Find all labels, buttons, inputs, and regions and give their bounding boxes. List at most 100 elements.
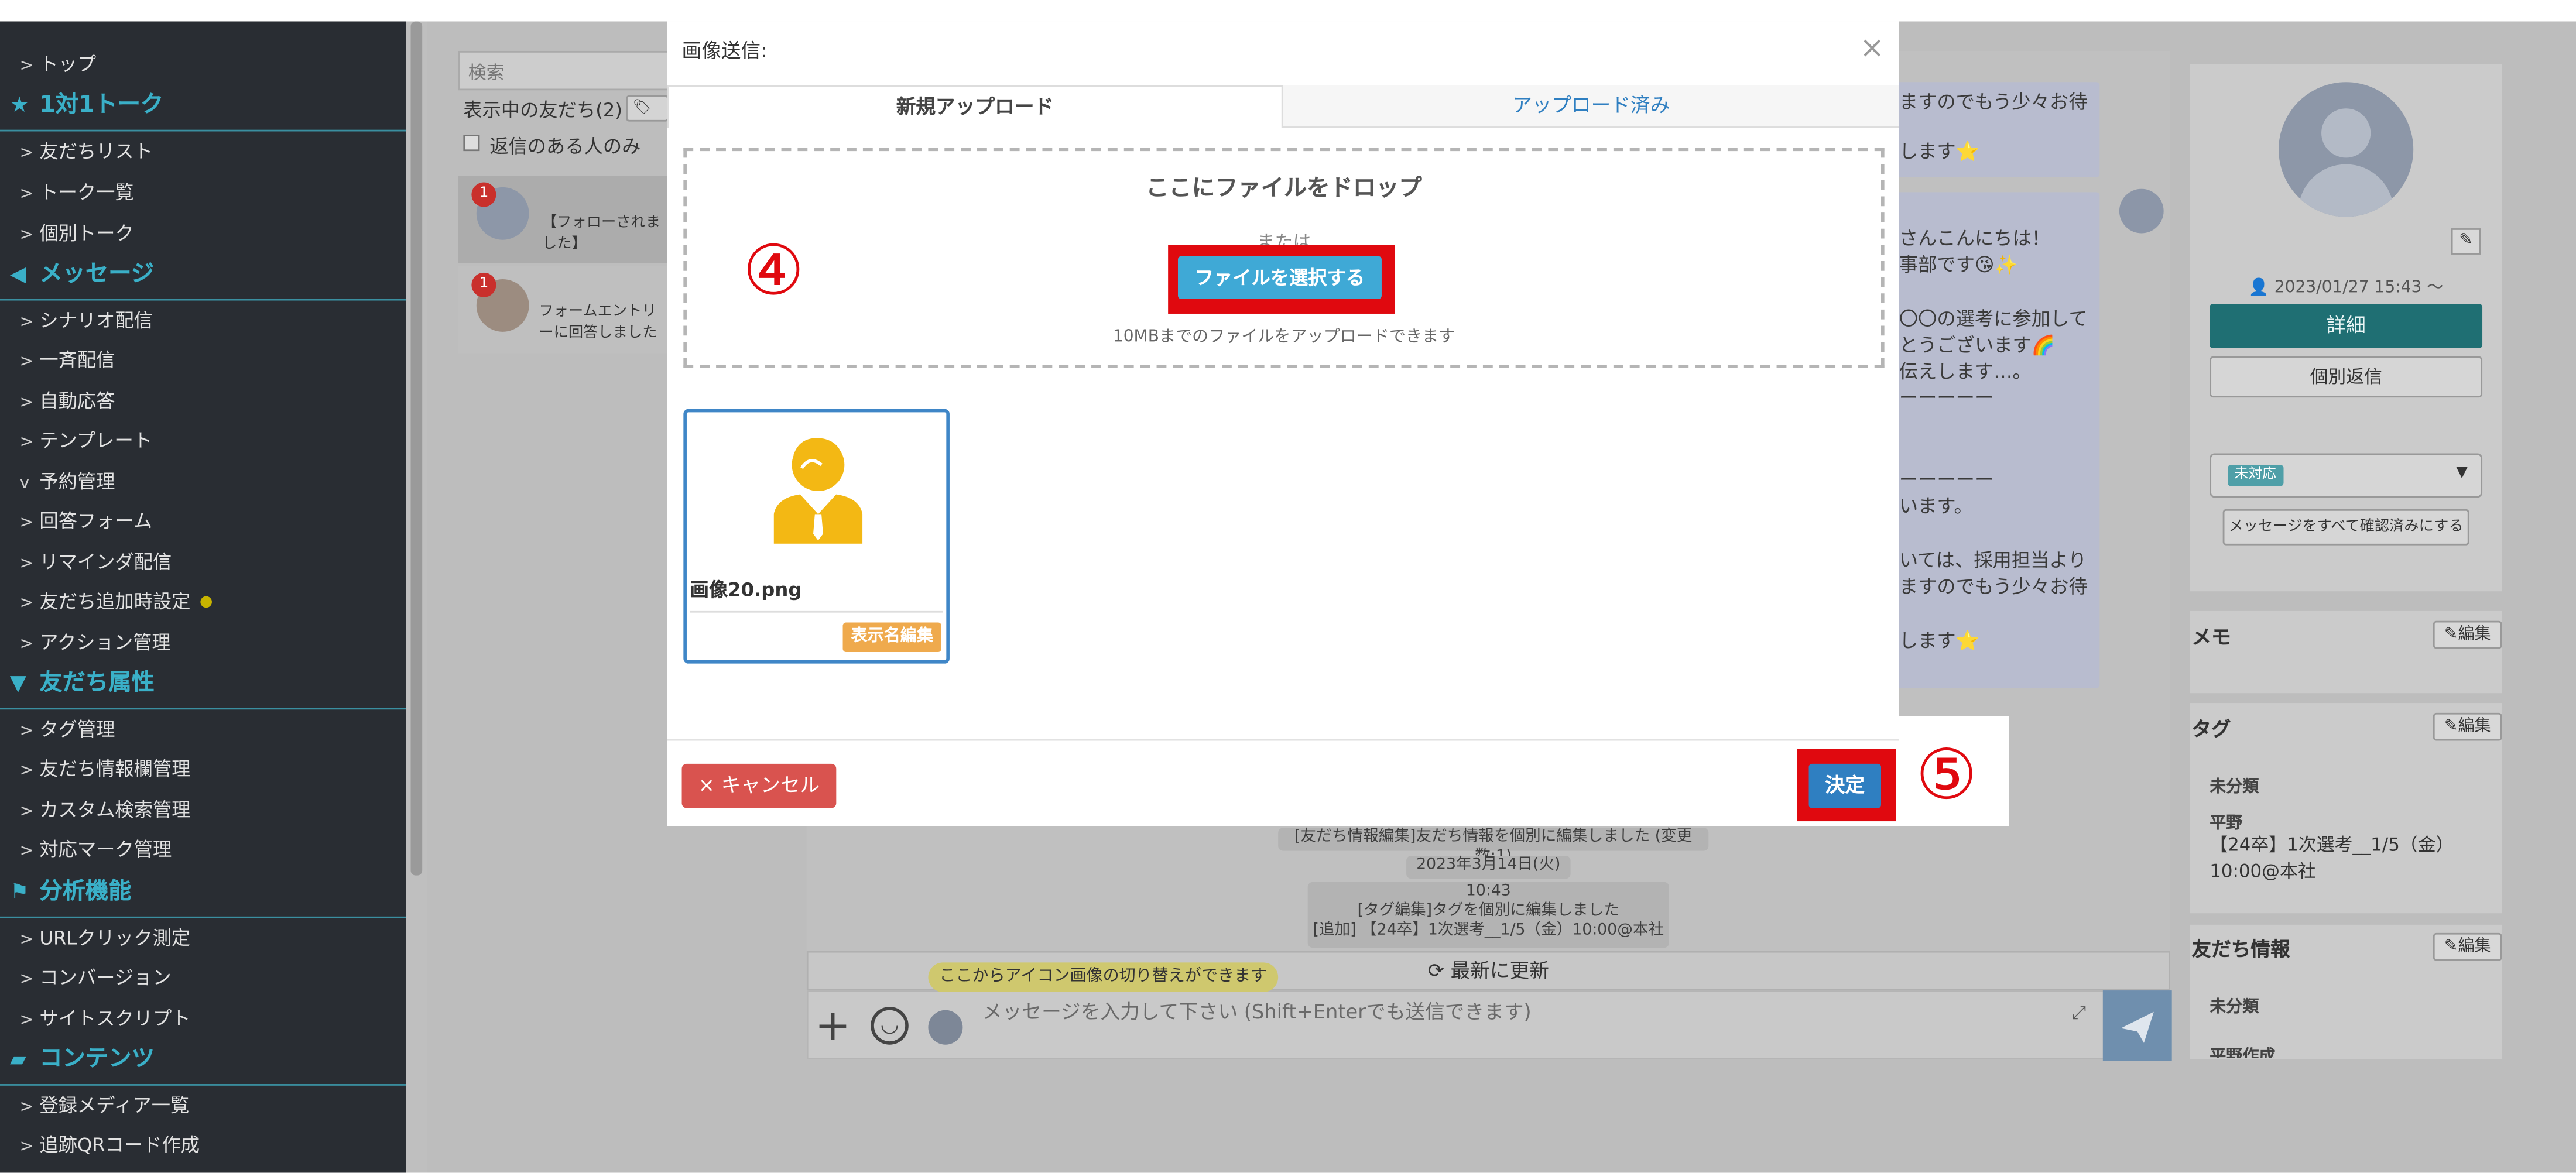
memo-edit-button[interactable]: ✎編集 — [2433, 620, 2502, 649]
sidebar-item-label: URLクリック測定 — [39, 926, 191, 949]
tag-filter-button[interactable]: 🏷 — [626, 95, 669, 122]
edit-icon: ✎ — [2444, 626, 2458, 644]
sidebar-item-friend-add-setting[interactable]: > 友だち追加時設定 — [20, 586, 212, 616]
tag-owner: 平野 — [2210, 814, 2243, 833]
divider — [0, 1084, 406, 1086]
detail-button[interactable]: 詳細 — [2210, 304, 2483, 348]
status-select[interactable]: 未対応 ▼ — [2210, 453, 2483, 498]
tag-added-text: [追加] 【24卒】1次選考__1/5（金）10:00@本社 — [1313, 921, 1664, 940]
chevron-right-icon: > — [19, 1138, 34, 1157]
emoji-icon[interactable]: ◡ — [871, 1007, 909, 1045]
refresh-label: 最新に更新 — [1450, 959, 1549, 983]
tab-new-upload[interactable]: 新規アップロード — [667, 85, 1283, 128]
registered-text: 2023/01/27 15:43 〜 — [2274, 279, 2444, 297]
folder-icon: ▰ — [9, 1048, 26, 1073]
section-label: コンテンツ — [39, 1046, 155, 1073]
search-placeholder: 検索 — [468, 62, 505, 84]
sidebar-item-label: トップ — [39, 52, 97, 76]
sidebar-item-label: サイトスクリプト — [39, 1007, 191, 1030]
sidebar-item-label: 友だちリスト — [39, 139, 153, 163]
sidebar-item-answer-form[interactable]: > 回答フォーム — [20, 506, 152, 536]
divider — [0, 129, 406, 132]
icon-switch-tooltip: ここからアイコン画像の切り替えができます — [928, 962, 1279, 992]
sidebar-item-conversion[interactable]: > コンバージョン — [20, 962, 172, 992]
sidebar-section-contents: ▰ コンテンツ — [10, 1043, 155, 1076]
chevron-right-icon: > — [19, 762, 34, 780]
sidebar-item-top[interactable]: > トップ — [20, 49, 96, 79]
sidebar-item-label: テンプレート — [39, 428, 153, 452]
sidebar-item-label: 対応マーク管理 — [39, 838, 172, 861]
plus-icon[interactable]: + — [815, 1002, 851, 1051]
sidebar-item-individual-talk[interactable]: > 個別トーク — [20, 218, 134, 248]
message-time: 10:43 — [1465, 882, 1511, 900]
tag-label: タグ — [2191, 718, 2231, 741]
sidebar-item-scenario[interactable]: > シナリオ配信 — [20, 306, 153, 335]
close-icon[interactable]: × — [1860, 31, 1885, 66]
confirm-button[interactable]: 決定 — [1808, 763, 1882, 808]
person-icon — [773, 438, 863, 544]
sidebar-item-site-script[interactable]: > サイトスクリプト — [20, 1004, 191, 1034]
uploaded-file-card[interactable]: 画像20.png 表示名編集 — [683, 409, 950, 664]
tab-uploaded[interactable]: アップロード済み — [1283, 85, 1899, 128]
status-value: 未対応 — [2228, 465, 2283, 486]
tag-edit-button[interactable]: ✎編集 — [2433, 712, 2502, 741]
sidebar-item-response-mark[interactable]: > 対応マーク管理 — [20, 835, 172, 865]
chat-text: ますのでもう少々お待 — [1899, 90, 2088, 114]
sidebar-item-reminder[interactable]: > リマインダ配信 — [20, 547, 172, 577]
sidebar-item-tag[interactable]: > タグ管理 — [20, 715, 115, 745]
sidebar-item-reservation[interactable]: v 予約管理 — [20, 467, 115, 496]
mark-all-read-button[interactable]: メッセージをすべて確認済みにする — [2222, 509, 2469, 546]
chevron-right-icon: > — [19, 803, 34, 822]
chat-text: 事部です😘✨ — [1899, 253, 2018, 276]
chevron-right-icon: > — [19, 594, 34, 613]
chevron-right-icon: > — [19, 144, 34, 163]
chevron-right-icon: > — [19, 970, 34, 989]
sidebar-item-custom-search[interactable]: > カスタム検索管理 — [20, 795, 191, 825]
chat-text: とうございます🌈 — [1899, 333, 2055, 356]
sidebar-item-auto-reply[interactable]: > 自動応答 — [20, 386, 115, 416]
file-dropzone[interactable]: ここにファイルをドロップ または ファイルを選択する 10MBまでのファイルをア… — [683, 148, 1885, 368]
sidebar-item-broadcast[interactable]: > 一斉配信 — [20, 345, 115, 375]
sidebar-item-media[interactable]: > 登録メディア一覧 — [20, 1090, 190, 1120]
rename-button[interactable]: 表示名編集 — [842, 622, 941, 653]
chat-text: ますのでもう少々お待 — [1899, 575, 2088, 598]
unread-badge: 1 — [471, 272, 496, 297]
divider — [0, 708, 406, 710]
tag-edit-text: [タグ編集]タグを個別に編集しました — [1357, 901, 1620, 920]
friend-search-input[interactable]: 検索 — [458, 50, 669, 91]
send-button[interactable] — [2102, 990, 2172, 1061]
chat-text: います。 — [1899, 494, 1973, 517]
section-label: メッセージ — [39, 261, 155, 288]
sidebar-item-label: 個別トーク — [39, 221, 134, 245]
sidebar-item-url-click[interactable]: > URLクリック測定 — [20, 923, 190, 953]
cancel-button[interactable]: × キャンセル — [681, 763, 837, 808]
account-switch-icon[interactable] — [928, 1010, 963, 1045]
chevron-right-icon: > — [19, 186, 34, 204]
sidebar-item-action[interactable]: > アクション管理 — [20, 627, 171, 657]
expand-icon[interactable]: ⤢ — [2072, 1002, 2087, 1025]
screen: > トップ ★ 1対1トーク > 友だちリスト > トーク一覧 > 個別トーク ◀ メッセー… — [0, 0, 2576, 1173]
friend-info-item: 平野作成 — [2210, 1048, 2276, 1058]
edit-icon[interactable]: ✎ — [2451, 228, 2481, 255]
avatar — [2119, 188, 2164, 234]
friend-info-edit-button[interactable]: ✎編集 — [2433, 932, 2502, 961]
sidebar-item-friend-info[interactable]: > 友だち情報欄管理 — [20, 754, 191, 784]
reply-only-checkbox[interactable] — [463, 135, 480, 152]
sidebar-item-talk-list[interactable]: > トーク一覧 — [20, 177, 134, 207]
modal-footer-divider — [667, 739, 1899, 741]
step-4-marker: ④ — [742, 229, 805, 311]
sidebar-scroll-thumb[interactable] — [410, 21, 423, 876]
chat-text: さんこんにちは！ — [1899, 227, 2051, 250]
sidebar-item-friends-list[interactable]: > 友だちリスト — [20, 136, 153, 166]
chevron-right-icon: > — [19, 722, 34, 741]
select-file-button[interactable]: ファイルを選択する — [1177, 256, 1382, 299]
sidebar-item-qr[interactable]: > 追跡QRコード作成 — [20, 1130, 200, 1160]
sidebar-item-template[interactable]: > テンプレート — [20, 426, 152, 455]
tag-icon: 🏷 — [632, 100, 652, 117]
chevron-right-icon: > — [19, 1011, 34, 1030]
edit-icon: ✎ — [2444, 718, 2458, 736]
file-name: 画像20.png — [690, 578, 802, 602]
individual-reply-button[interactable]: 個別返信 — [2210, 356, 2483, 398]
send-icon — [2121, 1011, 2154, 1043]
sidebar-item-label: タグ管理 — [39, 718, 115, 741]
